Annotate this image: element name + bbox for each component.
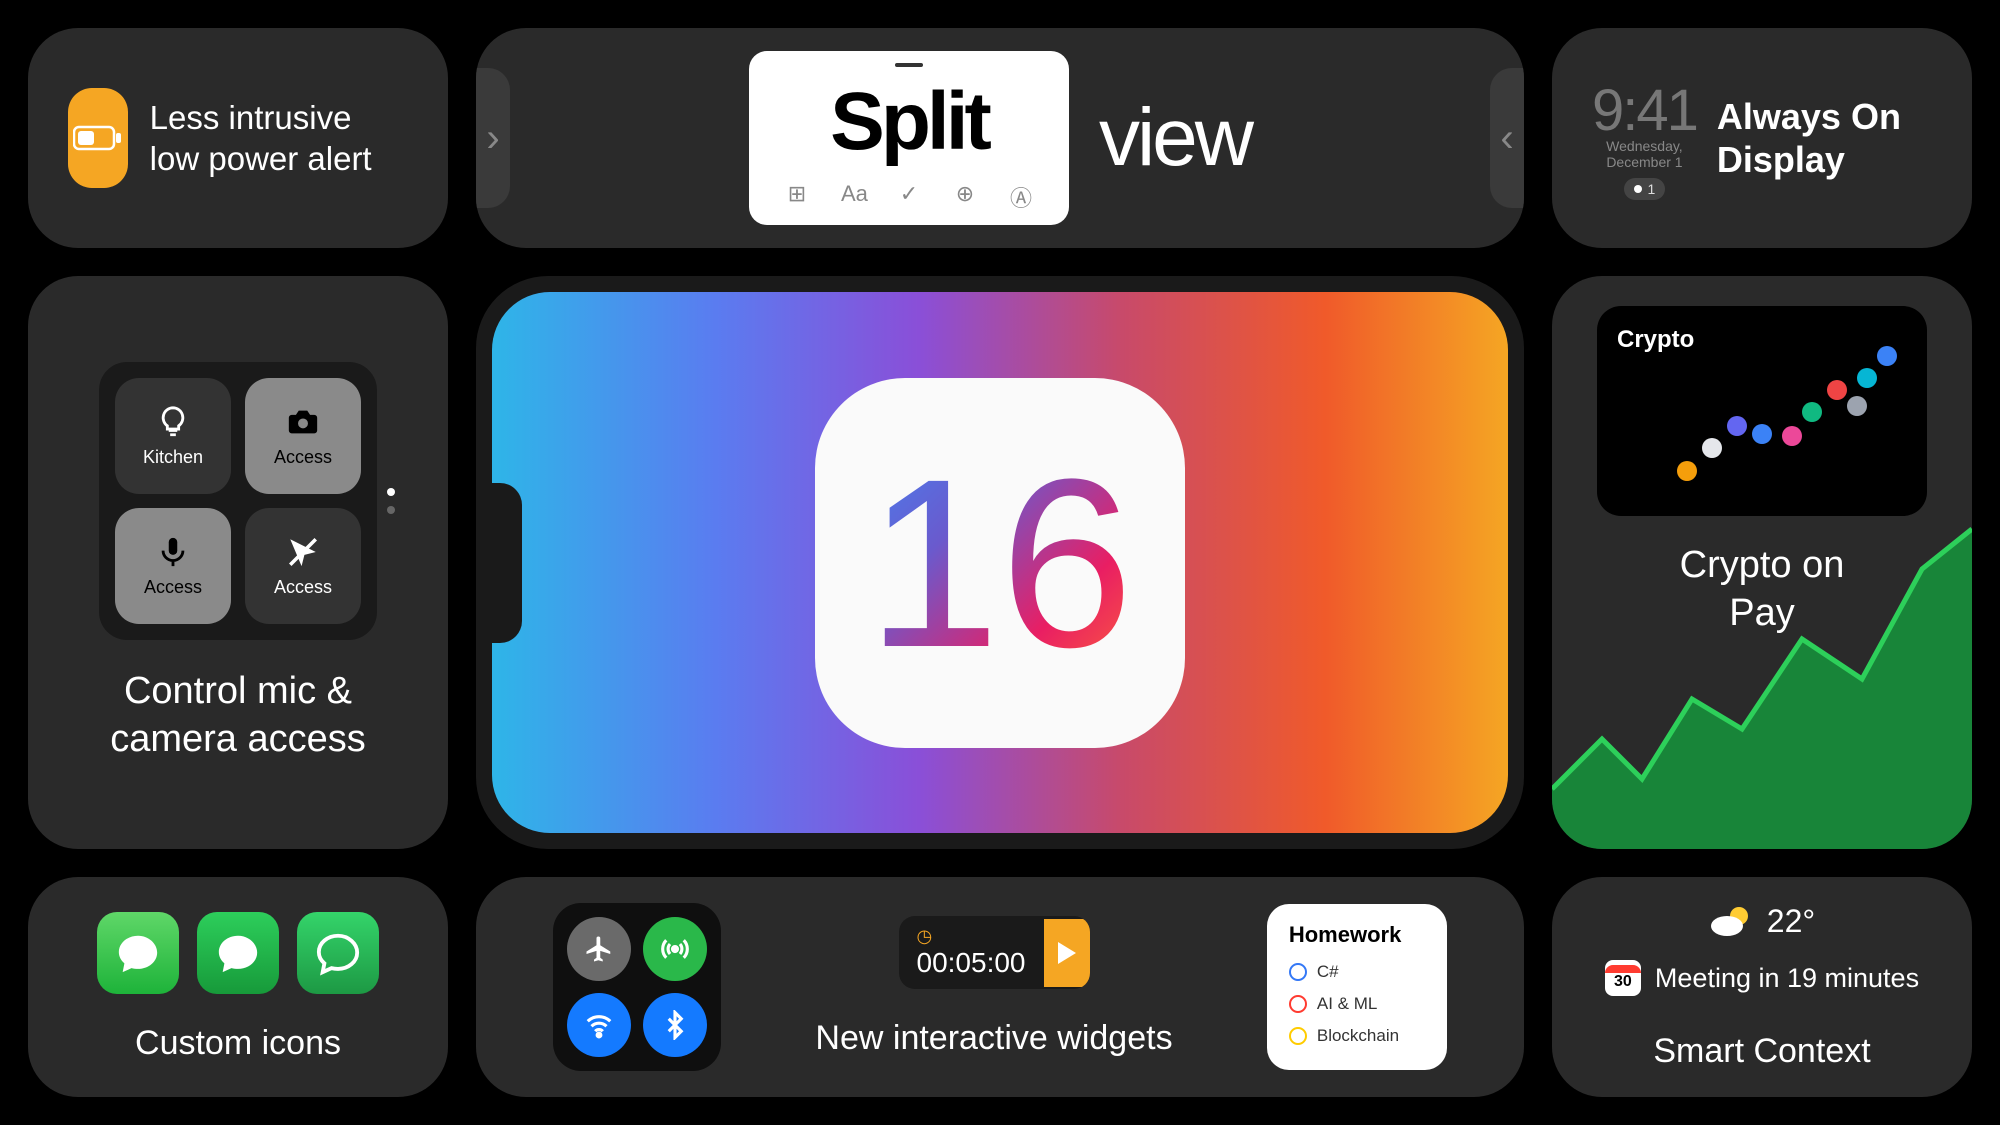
messages-icon[interactable] xyxy=(197,912,279,994)
coin-icon xyxy=(1802,402,1822,422)
weather-icon xyxy=(1709,904,1753,940)
add-icon[interactable]: ⊕ xyxy=(953,181,977,213)
coin-icon xyxy=(1677,461,1697,481)
dot-icon xyxy=(1634,185,1642,193)
coin-icon xyxy=(1857,368,1877,388)
timer-widget[interactable]: ◷ 00:05:00 xyxy=(899,916,1090,989)
chevron-left-icon[interactable]: ‹ xyxy=(1490,68,1524,208)
control-access-card: Kitchen Access Access Access xyxy=(28,276,448,849)
play-button[interactable] xyxy=(1044,919,1090,987)
coin-icon xyxy=(1727,416,1747,436)
page-dots[interactable] xyxy=(387,488,395,514)
always-on-display-card: 9:41 Wednesday, December 1 1 Always On D… xyxy=(1552,28,1972,248)
tile-label: Access xyxy=(274,447,332,468)
weather-row: 22° xyxy=(1709,903,1815,940)
bluetooth-icon[interactable] xyxy=(643,993,707,1057)
tile-label: Access xyxy=(274,577,332,598)
coin-icon xyxy=(1877,346,1897,366)
crypto-coins-cluster xyxy=(1667,346,1907,496)
markup-icon[interactable]: Ⓐ xyxy=(1009,181,1033,213)
dot-inactive xyxy=(387,506,395,514)
split-toolbar: ⊞ Aa ✓ ⊕ Ⓐ xyxy=(749,169,1069,221)
crypto-widget[interactable]: Crypto xyxy=(1597,306,1927,516)
control-center-widget[interactable] xyxy=(553,903,721,1071)
cellular-data-icon[interactable] xyxy=(643,917,707,981)
temperature: 22° xyxy=(1767,903,1815,940)
control-tile-camera-access[interactable]: Access xyxy=(245,378,361,494)
homework-label: AI & ML xyxy=(1317,994,1377,1014)
smart-context-caption: Smart Context xyxy=(1653,1032,1870,1071)
coin-icon xyxy=(1752,424,1772,444)
homework-label: C# xyxy=(1317,962,1339,982)
calendar-icon: 30 xyxy=(1605,960,1641,996)
aod-date: Wednesday, December 1 xyxy=(1592,138,1697,170)
custom-icons-card: Custom icons xyxy=(28,877,448,1097)
radio-icon[interactable] xyxy=(1289,995,1307,1013)
icon-row xyxy=(97,912,379,994)
homework-label: Blockchain xyxy=(1317,1026,1399,1046)
aod-notification-pill[interactable]: 1 xyxy=(1624,178,1666,200)
custom-icons-caption: Custom icons xyxy=(135,1024,341,1063)
phone-notch xyxy=(492,483,522,643)
coin-icon xyxy=(1782,426,1802,446)
dot-active xyxy=(387,488,395,496)
messages-icon[interactable] xyxy=(97,912,179,994)
low-power-card: Less intrusive low power alert xyxy=(28,28,448,248)
control-tile-kitchen[interactable]: Kitchen xyxy=(115,378,231,494)
timer-value: 00:05:00 xyxy=(917,947,1026,979)
control-tile-location-access[interactable]: Access xyxy=(245,508,361,624)
meeting-text: Meeting in 19 minutes xyxy=(1655,963,1919,994)
airplane-mode-icon[interactable] xyxy=(567,917,631,981)
control-tile-mic-access[interactable]: Access xyxy=(115,508,231,624)
crypto-chart xyxy=(1552,509,1972,849)
interactive-widgets-card: ◷ 00:05:00 New interactive widgets Homew… xyxy=(476,877,1524,1097)
table-icon[interactable]: ⊞ xyxy=(785,181,809,213)
homework-item[interactable]: C# xyxy=(1289,956,1425,988)
battery-icon xyxy=(68,88,128,188)
split-window: Split ⊞ Aa ✓ ⊕ Ⓐ xyxy=(749,51,1069,225)
ios-version-number: 16 xyxy=(867,425,1134,701)
coin-icon xyxy=(1702,438,1722,458)
checklist-icon[interactable]: ✓ xyxy=(897,181,921,213)
phone-frame: 16 xyxy=(476,276,1524,849)
clock-icon: ◷ xyxy=(917,926,1026,947)
control-caption: Control mic & camera access xyxy=(64,668,412,763)
control-grid: Kitchen Access Access Access xyxy=(99,362,377,640)
homework-title: Homework xyxy=(1289,922,1425,948)
interactive-caption: New interactive widgets xyxy=(815,1019,1172,1058)
homework-item[interactable]: AI & ML xyxy=(1289,988,1425,1020)
radio-icon[interactable] xyxy=(1289,963,1307,981)
tile-label: Kitchen xyxy=(143,447,203,468)
phone-screen: 16 xyxy=(492,292,1508,833)
split-title-light: view xyxy=(1099,91,1251,185)
meeting-row: 30 Meeting in 19 minutes xyxy=(1605,960,1919,996)
aod-time: 9:41 xyxy=(1592,77,1697,144)
homework-widget[interactable]: Homework C# AI & ML Blockchain xyxy=(1267,904,1447,1070)
crypto-card: Crypto Crypto on Pay xyxy=(1552,276,1972,849)
text-format-icon[interactable]: Aa xyxy=(841,181,865,213)
coin-icon xyxy=(1827,380,1847,400)
coin-icon xyxy=(1847,396,1867,416)
ios-version-tile: 16 xyxy=(815,378,1185,748)
tile-label: Access xyxy=(144,577,202,598)
homework-item[interactable]: Blockchain xyxy=(1289,1020,1425,1052)
split-view-card: › ‹ Split ⊞ Aa ✓ ⊕ Ⓐ view xyxy=(476,28,1524,248)
messages-icon[interactable] xyxy=(297,912,379,994)
smart-context-card: 22° 30 Meeting in 19 minutes Smart Conte… xyxy=(1552,877,1972,1097)
chevron-right-icon[interactable]: › xyxy=(476,68,510,208)
aod-label: Always On Display xyxy=(1717,95,1932,181)
aod-clock: 9:41 Wednesday, December 1 1 xyxy=(1592,77,1697,200)
calendar-day: 30 xyxy=(1614,973,1632,991)
aod-badge-count: 1 xyxy=(1648,181,1656,197)
window-drag-handle[interactable] xyxy=(895,63,923,67)
phone-mockup: 16 xyxy=(476,276,1524,849)
low-power-text: Less intrusive low power alert xyxy=(150,97,408,180)
wifi-icon[interactable] xyxy=(567,993,631,1057)
radio-icon[interactable] xyxy=(1289,1027,1307,1045)
split-title-bold: Split xyxy=(830,75,988,169)
